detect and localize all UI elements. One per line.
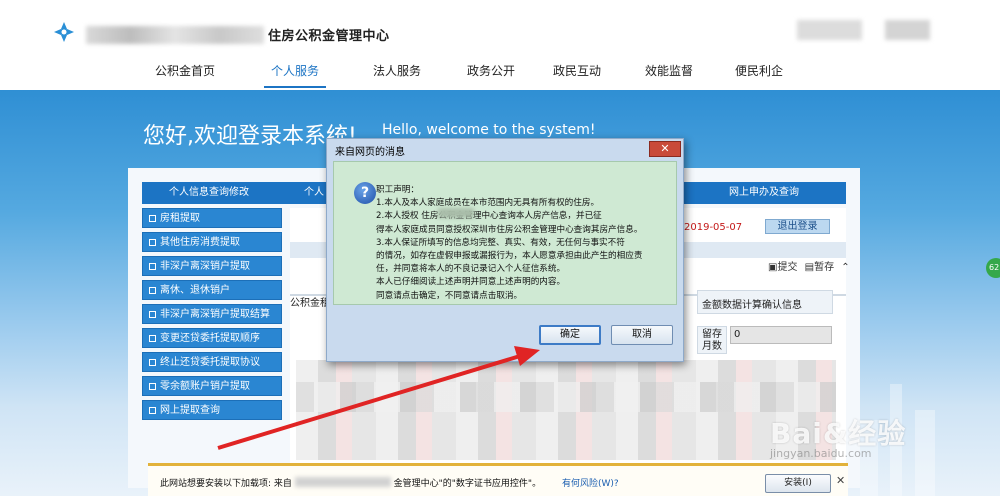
watermark: Bai&经验 <box>770 412 906 452</box>
form-toolbar: ▣提交 ▤暂存 ⌃ <box>768 258 850 273</box>
menu-zero-balance-closure[interactable]: 零余额账户销户提取 <box>142 376 282 396</box>
menu-label: 变更还贷委托提取顺序 <box>160 333 260 344</box>
declaration-text: 职工声明： 1.本人及本人家庭成员在本市范围内无具有所有权的住房。 2.本人授权… <box>376 184 672 303</box>
scroll-up-icon[interactable]: ⌃ <box>841 262 849 273</box>
declaration-line: 得本人家庭成员同意授权深圳市住房公积金管理中心查询其房产信息。 <box>376 224 643 235</box>
dialog-title: 来自网页的消息 <box>335 147 405 158</box>
cancel-button[interactable]: 取消 <box>611 325 673 345</box>
menu-nonlocal-closure[interactable]: 非深户离深销户提取 <box>142 256 282 276</box>
nav-corporate-service[interactable]: 法人服务 <box>358 56 436 88</box>
ok-button[interactable]: 确定 <box>539 325 601 345</box>
save-link[interactable]: 暂存 <box>814 262 834 273</box>
declaration-line: 职工声明： <box>376 185 419 195</box>
bullet-icon <box>149 383 156 390</box>
side-menu: 房租提取 其他住房消费提取 非深户离深销户提取 离休、退休销户 非深户离深销户提… <box>142 208 282 424</box>
menu-rent-withdrawal[interactable]: 房租提取 <box>142 208 282 228</box>
bullet-icon <box>149 263 156 270</box>
nav-supervision[interactable]: 效能监督 <box>630 56 708 88</box>
dialog-footer: 确定 取消 <box>333 307 677 357</box>
bullet-icon <box>149 335 156 342</box>
addon-message-prefix: 此网站想要安装以下加载项: 来自 <box>160 479 292 489</box>
close-icon[interactable]: ✕ <box>836 474 845 487</box>
message-dialog: 来自网页的消息 ✕ ? 职工声明： 1.本人及本人家庭成员在本市范围内无具有所有… <box>326 138 684 362</box>
bullet-icon <box>149 287 156 294</box>
redacted-org-short <box>294 477 391 487</box>
bullet-icon <box>149 215 156 222</box>
nav-government-affairs[interactable]: 政务公开 <box>452 56 530 88</box>
menu-label: 终止还贷委托提取协议 <box>160 357 260 368</box>
close-icon[interactable]: ✕ <box>649 141 681 157</box>
site-header: 住房公积金管理中心 公积金首页 个人服务 法人服务 政务公开 政民互动 效能监督… <box>0 0 1000 92</box>
nav-personal-service[interactable]: 个人服务 <box>264 56 326 88</box>
tab-personal-info[interactable]: 个人信息查询修改 <box>142 182 276 204</box>
menu-label: 非深户离深销户提取结算 <box>160 309 270 320</box>
declaration-line: 的情况，如存在虚假申报或漏报行为，本人愿意承担由此产生的相应责 <box>376 251 643 262</box>
menu-label: 其他住房消费提取 <box>160 237 240 248</box>
declaration-line: 任，并同意将本人的不良记录记入个人征信系统。 <box>376 264 566 275</box>
save-icon[interactable]: ▤ <box>805 262 814 273</box>
menu-online-withdrawal-query[interactable]: 网上提取查询 <box>142 400 282 420</box>
watermark-url: jingyan.baidu.com <box>770 447 872 460</box>
remaining-months-field[interactable]: 0 <box>730 326 832 344</box>
nav-convenience[interactable]: 便民利企 <box>720 56 798 88</box>
bullet-icon <box>149 239 156 246</box>
watermark-brand: Bai&经验 <box>770 417 907 450</box>
declaration-line: 本人已仔细阅读上述声明并同意上述声明的内容。 <box>376 277 566 288</box>
addon-message: 此网站想要安装以下加载项: 来自 金管理中心"的"数字证书应用控件"。 有何风险… <box>160 476 619 489</box>
bullet-icon <box>149 359 156 366</box>
question-icon: ? <box>354 182 376 204</box>
menu-label: 房租提取 <box>160 213 200 224</box>
declaration-line: 2.本人授权 住房公积金管理中心查询本人房产信息，并已征 <box>376 211 602 222</box>
amount-confirm-header: 金额数据计算确认信息 <box>697 290 833 314</box>
logout-button[interactable]: 退出登录 <box>765 219 830 234</box>
addon-message-suffix: 金管理中心"的"数字证书应用控件"。 <box>393 479 542 489</box>
welcome-heading: 您好,欢迎登录本系统! <box>143 124 357 149</box>
edge-badge[interactable]: 62 <box>986 258 1000 278</box>
risk-link[interactable]: 有何风险(W)? <box>562 479 619 489</box>
redacted-user-info <box>797 20 862 40</box>
welcome-subheading: Hello, welcome to the system! <box>382 122 596 138</box>
redacted-org-name <box>86 26 264 44</box>
form-label-fragment: 公积金租 <box>290 298 330 309</box>
redacted-data-block <box>296 382 836 412</box>
nav-public-interaction[interactable]: 政民互动 <box>538 56 616 88</box>
skyline-building <box>915 410 935 496</box>
submit-link[interactable]: 提交 <box>777 262 797 273</box>
addon-install-bar: 此网站想要安装以下加载项: 来自 金管理中心"的"数字证书应用控件"。 有何风险… <box>148 463 848 496</box>
bullet-icon <box>149 407 156 414</box>
bullet-icon <box>149 311 156 318</box>
menu-other-housing-withdrawal[interactable]: 其他住房消费提取 <box>142 232 282 252</box>
nav-home[interactable]: 公积金首页 <box>138 56 232 88</box>
redacted-city-name <box>438 208 474 218</box>
menu-terminate-loan-agreement[interactable]: 终止还贷委托提取协议 <box>142 352 282 372</box>
menu-retirement-closure[interactable]: 离休、退休销户 <box>142 280 282 300</box>
tab-online-application[interactable]: 网上申办及查询 <box>682 182 846 204</box>
install-button[interactable]: 安装(I) <box>765 474 831 493</box>
current-date: 2019-05-07 <box>684 222 743 233</box>
menu-label: 非深户离深销户提取 <box>160 261 250 272</box>
redacted-user-info-2 <box>885 20 930 40</box>
declaration-line: 3.本人保证所填写的信息均完整、真实、有效，无任何与事实不符 <box>376 237 625 248</box>
menu-label: 零余额账户销户提取 <box>160 381 250 392</box>
remaining-months-label: 留存月数 <box>697 326 727 354</box>
menu-label: 网上提取查询 <box>160 405 220 416</box>
menu-change-loan-order[interactable]: 变更还贷委托提取顺序 <box>142 328 282 348</box>
declaration-line: 同意请点击确定，不同意请点击取消。 <box>376 290 523 301</box>
menu-label: 离休、退休销户 <box>160 285 230 296</box>
site-logo-icon[interactable] <box>52 20 76 44</box>
dialog-message-area: ? 职工声明： 1.本人及本人家庭成员在本市范围内无具有所有权的住房。 2.本人… <box>333 161 677 305</box>
menu-nonlocal-settlement[interactable]: 非深户离深销户提取结算 <box>142 304 282 324</box>
declaration-line: 1.本人及本人家庭成员在本市范围内无具有所有权的住房。 <box>376 198 600 209</box>
main-nav: 公积金首页 个人服务 法人服务 政务公开 政民互动 效能监督 便民利企 <box>138 56 798 88</box>
site-title: 住房公积金管理中心 <box>268 29 390 44</box>
